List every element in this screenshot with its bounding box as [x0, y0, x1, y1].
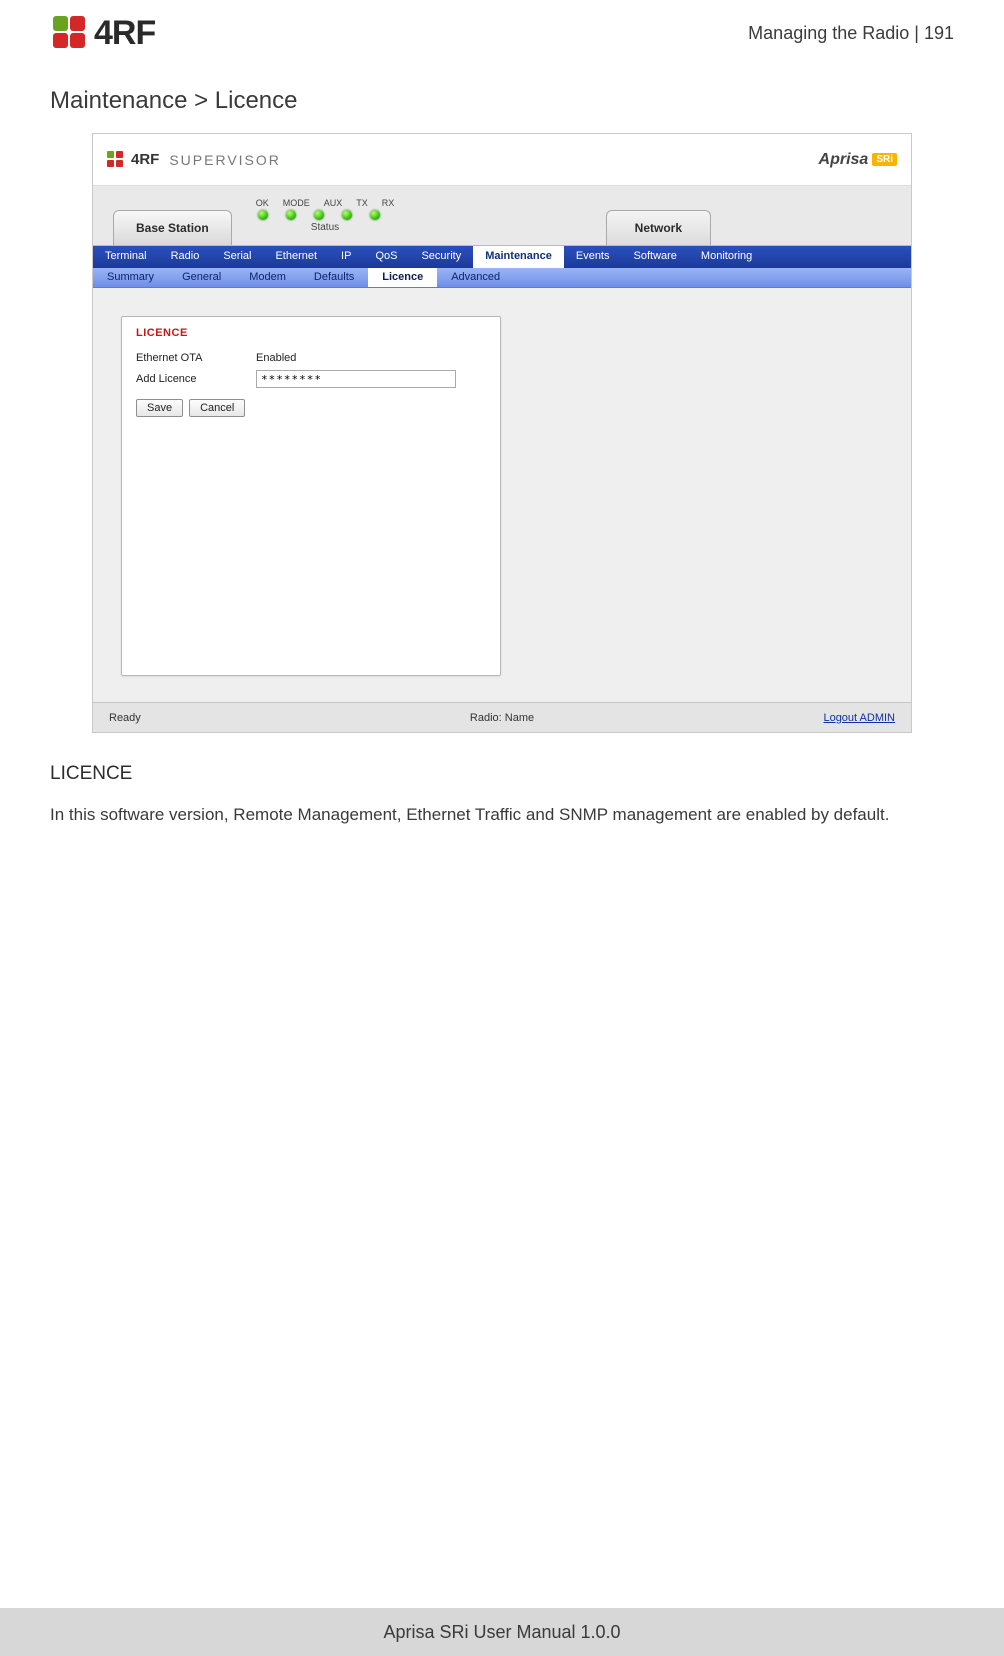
status-block: OK MODE AUX TX RX Status	[256, 186, 395, 245]
product-name-text: Aprisa	[819, 151, 869, 169]
status-led-mode-icon	[286, 210, 296, 220]
tab-serial[interactable]: Serial	[211, 246, 263, 268]
tab-monitoring[interactable]: Monitoring	[689, 246, 764, 268]
status-caption: Status	[256, 222, 395, 233]
subtab-advanced[interactable]: Advanced	[437, 268, 514, 287]
status-label: AUX	[324, 198, 343, 208]
page-header-meta: Managing the Radio | 191	[748, 23, 954, 44]
tab-ip[interactable]: IP	[329, 246, 363, 268]
panel-title: LICENCE	[136, 327, 486, 339]
app-logo-secondary: SUPERVISOR	[169, 152, 281, 168]
value-ethernet-ota: Enabled	[256, 352, 296, 364]
section-heading: LICENCE	[50, 763, 954, 785]
status-led-ok-icon	[258, 210, 268, 220]
tab-radio[interactable]: Radio	[159, 246, 212, 268]
tab-maintenance[interactable]: Maintenance	[473, 246, 564, 268]
subtab-general[interactable]: General	[168, 268, 235, 287]
body-paragraph: In this software version, Remote Managem…	[50, 803, 954, 828]
app-logo-primary: 4RF	[131, 151, 159, 168]
nav-primary: Terminal Radio Serial Ethernet IP QoS Se…	[93, 246, 911, 268]
tab-events[interactable]: Events	[564, 246, 622, 268]
statusbar-mid: Radio: Name	[470, 712, 534, 724]
app-logo-icon	[107, 151, 125, 169]
nav-secondary: Summary General Modem Defaults Licence A…	[93, 268, 911, 288]
subtab-modem[interactable]: Modem	[235, 268, 300, 287]
row-add-licence: Add Licence	[136, 367, 486, 391]
status-label: TX	[356, 198, 368, 208]
tab-terminal[interactable]: Terminal	[93, 246, 159, 268]
device-tab-base-station[interactable]: Base Station	[113, 210, 232, 245]
product-badge: SRi	[872, 153, 897, 166]
brand-logo: 4RF	[50, 14, 155, 53]
licence-panel: LICENCE Ethernet OTA Enabled Add Licence…	[121, 316, 501, 676]
status-label: OK	[256, 198, 269, 208]
status-label: RX	[382, 198, 395, 208]
label-ethernet-ota: Ethernet OTA	[136, 352, 256, 364]
tab-software[interactable]: Software	[622, 246, 689, 268]
tab-qos[interactable]: QoS	[363, 246, 409, 268]
status-led-aux-icon	[314, 210, 324, 220]
status-label: MODE	[283, 198, 310, 208]
cancel-button[interactable]: Cancel	[189, 399, 245, 417]
brand-logo-icon	[50, 16, 86, 52]
add-licence-input[interactable]	[256, 370, 456, 388]
page-footer: Aprisa SRi User Manual 1.0.0	[0, 1608, 1004, 1656]
statusbar-left: Ready	[109, 712, 141, 724]
status-led-tx-icon	[342, 210, 352, 220]
save-button[interactable]: Save	[136, 399, 183, 417]
status-led-rx-icon	[370, 210, 380, 220]
breadcrumb: Maintenance > Licence	[50, 87, 954, 115]
product-name: Aprisa SRi	[819, 151, 897, 169]
tab-ethernet[interactable]: Ethernet	[263, 246, 329, 268]
label-add-licence: Add Licence	[136, 373, 256, 385]
subtab-summary[interactable]: Summary	[93, 268, 168, 287]
app-logo: 4RF SUPERVISOR	[107, 151, 281, 169]
logout-link[interactable]: Logout ADMIN	[823, 712, 895, 724]
supervisor-screenshot: 4RF SUPERVISOR Aprisa SRi Base Station O…	[92, 133, 912, 733]
subtab-defaults[interactable]: Defaults	[300, 268, 368, 287]
brand-logo-text: 4RF	[94, 14, 155, 53]
subtab-licence[interactable]: Licence	[368, 268, 437, 287]
tab-security[interactable]: Security	[409, 246, 473, 268]
row-ethernet-ota: Ethernet OTA Enabled	[136, 349, 486, 367]
device-tab-network[interactable]: Network	[606, 210, 711, 245]
